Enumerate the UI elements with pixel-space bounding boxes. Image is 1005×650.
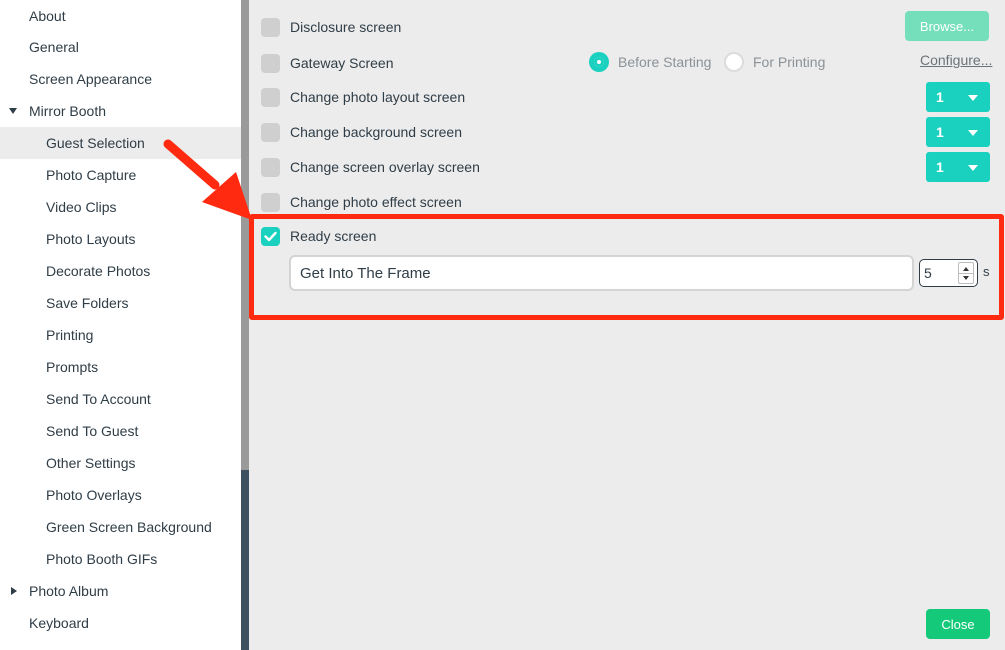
seconds-unit-label: s (983, 264, 990, 279)
photo-layout-screen-row: Change photo layout screen (261, 86, 465, 108)
photo-layout-screen-label: Change photo layout screen (290, 89, 466, 105)
sidebar-item-mirror-booth[interactable]: Mirror Booth (0, 95, 241, 127)
sidebar-item-save-folders[interactable]: Save Folders (0, 287, 241, 319)
for-printing-label: For Printing (753, 54, 826, 70)
settings-sidebar: About General Screen Appearance Mirror B… (0, 0, 241, 650)
sidebar-item-label: Green Screen Background (46, 519, 212, 535)
gateway-screen-row: Gateway Screen (261, 52, 394, 74)
overlay-screen-label: Change screen overlay screen (290, 159, 480, 175)
spin-down-icon[interactable] (963, 276, 969, 280)
ready-screen-label: Ready screen (290, 228, 377, 244)
checkmark-icon (264, 231, 277, 241)
disclosure-screen-row: Disclosure screen (261, 16, 401, 38)
overlay-count-select[interactable]: 1 (926, 152, 990, 182)
overlay-screen-row: Change screen overlay screen (261, 156, 480, 178)
before-starting-radio[interactable]: Before Starting (589, 51, 711, 73)
photo-effect-screen-row: Change photo effect screen (261, 191, 462, 213)
sidebar-item-general[interactable]: General (0, 31, 241, 63)
sidebar-item-photo-booth-gifs[interactable]: Photo Booth GIFs (0, 543, 241, 575)
stepper-value: 5 (924, 265, 932, 281)
sidebar-item-label: Prompts (46, 359, 99, 375)
sidebar-item-keyboard[interactable]: Keyboard (0, 607, 241, 639)
caret-right-icon[interactable] (11, 587, 17, 595)
sidebar-item-label: About (29, 8, 66, 24)
sidebar-item-label: Photo Booth GIFs (46, 551, 158, 567)
ready-screen-row: Ready screen (261, 225, 376, 247)
sidebar-item-label: Screen Appearance (29, 71, 152, 87)
for-printing-radio[interactable]: For Printing (724, 51, 825, 73)
sidebar-item-label: Printing (46, 327, 94, 343)
overlay-screen-checkbox[interactable] (261, 157, 280, 177)
background-count-select[interactable]: 1 (926, 117, 990, 147)
sidebar-item-label: Decorate Photos (46, 263, 151, 279)
disclosure-screen-checkbox[interactable] (261, 17, 280, 37)
sidebar-item-label: Video Clips (46, 199, 117, 215)
sidebar-item-green-screen-background[interactable]: Green Screen Background (0, 511, 241, 543)
sidebar-item-label: Save Folders (46, 295, 129, 311)
sidebar-scrollbar[interactable] (241, 0, 249, 650)
before-starting-label: Before Starting (618, 54, 712, 70)
gateway-screen-label: Gateway Screen (290, 55, 394, 71)
sidebar-item-guest-selection[interactable]: Guest Selection (0, 127, 241, 159)
sidebar-item-label: Keyboard (29, 615, 89, 631)
gateway-screen-checkbox[interactable] (261, 53, 280, 73)
sidebar-item-label: General (29, 39, 79, 55)
ready-screen-text-input[interactable]: Get Into The Frame (289, 255, 914, 291)
sidebar-item-label: Mirror Booth (29, 103, 107, 119)
close-button[interactable]: Close (926, 609, 990, 639)
sidebar-item-decorate-photos[interactable]: Decorate Photos (0, 255, 241, 287)
sidebar-item-screen-appearance[interactable]: Screen Appearance (0, 63, 241, 95)
select-value: 1 (936, 159, 944, 175)
photo-layout-count-select[interactable]: 1 (926, 82, 990, 112)
sidebar-item-label: Photo Capture (46, 167, 137, 183)
settings-window: About General Screen Appearance Mirror B… (0, 0, 1005, 650)
sidebar-item-send-to-guest[interactable]: Send To Guest (0, 415, 241, 447)
photo-effect-screen-label: Change photo effect screen (290, 194, 462, 210)
sidebar-item-label: Photo Overlays (46, 487, 142, 503)
disclosure-screen-label: Disclosure screen (290, 19, 402, 35)
caret-down-icon[interactable] (9, 108, 17, 114)
sidebar-item-printing[interactable]: Printing (0, 319, 241, 351)
stepper-divider (959, 273, 973, 274)
sidebar-item-photo-capture[interactable]: Photo Capture (0, 159, 241, 191)
browse-button[interactable]: Browse... (905, 11, 989, 41)
sidebar-item-label: Photo Album (29, 583, 109, 599)
background-screen-label: Change background screen (290, 124, 463, 140)
guest-selection-panel: Disclosure screen Browse... Gateway Scre… (249, 0, 1005, 650)
photo-layout-screen-checkbox[interactable] (261, 87, 280, 107)
background-screen-checkbox[interactable] (261, 122, 280, 142)
sidebar-item-label: Send To Account (46, 391, 151, 407)
scrollbar-thumb[interactable] (241, 0, 249, 470)
spin-up-icon[interactable] (963, 267, 969, 271)
sidebar-item-label: Other Settings (46, 455, 136, 471)
stepper-buttons[interactable] (958, 262, 974, 284)
ready-seconds-stepper[interactable]: 5 (919, 259, 978, 287)
ready-screen-checkbox[interactable] (261, 226, 280, 246)
photo-effect-screen-checkbox[interactable] (261, 192, 280, 212)
radio-selected-icon (589, 52, 609, 72)
sidebar-item-prompts[interactable]: Prompts (0, 351, 241, 383)
sidebar-item-photo-layouts[interactable]: Photo Layouts (0, 223, 241, 255)
select-value: 1 (936, 124, 944, 140)
sidebar-item-about[interactable]: About (0, 0, 241, 32)
sidebar-item-photo-album[interactable]: Photo Album (0, 575, 241, 607)
select-value: 1 (936, 89, 944, 105)
sidebar-item-photo-overlays[interactable]: Photo Overlays (0, 479, 241, 511)
background-screen-row: Change background screen (261, 121, 462, 143)
chevron-down-icon (968, 165, 978, 171)
chevron-down-icon (968, 130, 978, 136)
sidebar-item-other-settings[interactable]: Other Settings (0, 447, 241, 479)
sidebar-item-label: Send To Guest (46, 423, 139, 439)
sidebar-item-video-clips[interactable]: Video Clips (0, 191, 241, 223)
sidebar-item-label: Photo Layouts (46, 231, 136, 247)
scrollbar-track[interactable] (241, 470, 249, 650)
chevron-down-icon (968, 95, 978, 101)
sidebar-item-send-to-account[interactable]: Send To Account (0, 383, 241, 415)
radio-unselected-icon (724, 52, 744, 72)
sidebar-item-label: Guest Selection (46, 135, 145, 151)
configure-link[interactable]: Configure... (920, 52, 992, 68)
